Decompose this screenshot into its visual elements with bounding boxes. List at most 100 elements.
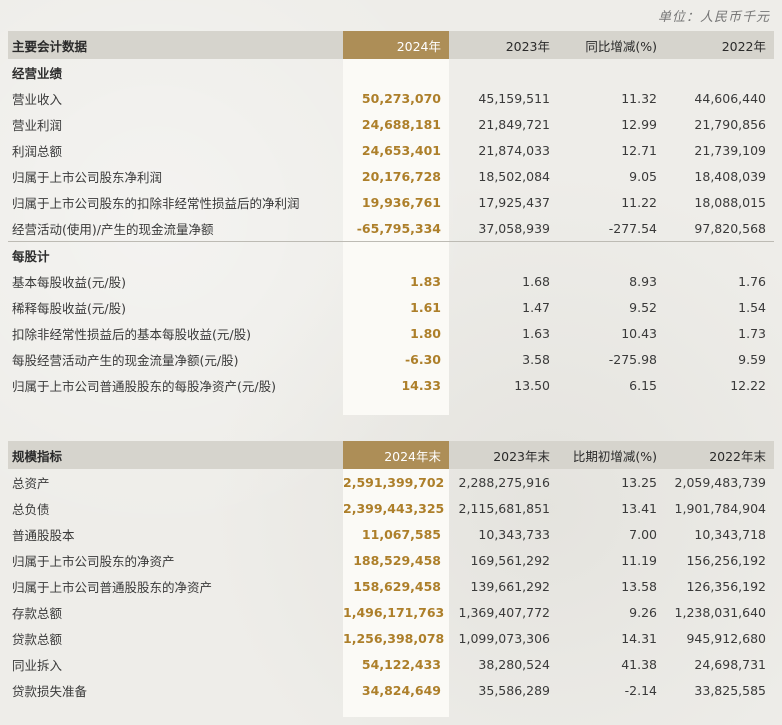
table-row: 贷款总额 1,256,398,078 1,099,073,306 14.31 945,9… — [8, 625, 774, 651]
cell-value: 1.61 — [410, 299, 441, 315]
table-row: 归属于上市公司股东的扣除非经常性损益后的净利润 19,936,761 17,925,… — [8, 189, 774, 215]
table-header-row: 主要会计数据 2024年 2023年 同比增减(%) 2022年 — [8, 31, 774, 59]
cell-value: 35,586,289 — [478, 682, 550, 698]
row-label: 稀释每股收益(元/股) — [12, 300, 126, 316]
cell-value: 158,629,458 — [353, 578, 441, 594]
cell-value: -277.54 — [558, 215, 665, 242]
row-label: 存款总额 — [12, 605, 63, 621]
table-row: 归属于上市公司普通股股东的每股净资产(元/股) 14.33 13.50 6.15 12.… — [8, 372, 774, 398]
cell-value: 50,273,070 — [361, 90, 441, 106]
section-header-row: 每股计 — [8, 242, 774, 269]
section-title — [343, 242, 449, 269]
row-label: 营业利润 — [12, 117, 63, 133]
cell-value: 11.32 — [621, 90, 657, 106]
cell-value: 1,099,073,306 — [458, 630, 550, 646]
cell-value: 44,606,440 — [694, 90, 766, 106]
cell-value: 18,502,084 — [478, 168, 550, 184]
scale-indicator-table: 规模指标 2024年末 2023年末 比期初增减(%) 2022年末 总资产 2,… — [8, 441, 774, 703]
section-header-row: 经营业绩 — [8, 59, 774, 85]
table-row: 同业拆入 54,122,433 38,280,524 41.38 24,698,731 — [8, 651, 774, 677]
row-label: 归属于上市公司股东净利润 — [12, 169, 163, 185]
accounting-data-table: 主要会计数据 2024年 2023年 同比增减(%) 2022年 经营业绩 营业收… — [8, 31, 774, 398]
unit-note: 单位：人民币千元 — [657, 10, 770, 25]
cell-value: 21,790,856 — [694, 116, 766, 132]
table-row: 贷款损失准备 34,824,649 35,586,289 -2.14 33,825,58… — [8, 677, 774, 703]
table-row: 归属于上市公司普通股股东的净资产 158,629,458 139,661,292 13… — [8, 573, 774, 599]
cell-value: 13.25 — [621, 474, 657, 490]
row-label: 总资产 — [12, 475, 50, 491]
cell-value: 1.68 — [522, 273, 550, 289]
cell-value: 10.43 — [621, 325, 657, 341]
cell-value: 1,256,398,078 — [343, 630, 445, 646]
cell-value: 13.41 — [621, 500, 657, 516]
section-title: 每股计 — [12, 248, 50, 264]
cell-value: 8.93 — [629, 273, 657, 289]
table-row: 利润总额 24,653,401 21,874,033 12.71 21,739,109 — [8, 137, 774, 163]
table-row: 普通股股本 11,067,585 10,343,733 7.00 10,343,718 — [8, 521, 774, 547]
cell-value: 11,067,585 — [361, 526, 441, 542]
row-label: 归属于上市公司股东的扣除非经常性损益后的净利润 — [12, 195, 300, 211]
section-title — [343, 59, 449, 85]
section-title — [665, 242, 774, 269]
cell-value: 1.54 — [738, 299, 766, 315]
row-label: 总负债 — [12, 501, 50, 517]
header-2022: 2022年 — [665, 31, 774, 59]
cell-value: 126,356,192 — [686, 578, 766, 594]
cell-value: 11.22 — [621, 194, 657, 210]
cell-value: 1.83 — [410, 273, 441, 289]
cell-value: 18,408,039 — [694, 168, 766, 184]
cell-value: 41.38 — [621, 656, 657, 672]
cell-value: 1,496,171,763 — [343, 604, 445, 620]
cell-value: 24,688,181 — [361, 116, 441, 132]
table-row: 营业收入 50,273,070 45,159,511 11.32 44,606,440 — [8, 85, 774, 111]
row-label: 归属于上市公司普通股股东的净资产 — [12, 579, 213, 595]
header-2022-end: 2022年末 — [665, 441, 774, 469]
cell-value: 21,874,033 — [478, 142, 550, 158]
table-row: 存款总额 1,496,171,763 1,369,407,772 9.26 1,238,… — [8, 599, 774, 625]
header-label: 主要会计数据 — [8, 31, 343, 59]
cell-value: 10,343,718 — [694, 526, 766, 542]
cell-value: 9.26 — [629, 604, 657, 620]
cell-value: 21,739,109 — [694, 142, 766, 158]
cell-value: 1.73 — [738, 325, 766, 341]
row-label: 归属于上市公司普通股股东的每股净资产(元/股) — [12, 378, 276, 394]
cell-value: 12.99 — [621, 116, 657, 132]
cell-value: 2,115,681,851 — [458, 500, 550, 516]
cell-value: 9.05 — [629, 168, 657, 184]
cell-value: 11.19 — [621, 552, 657, 568]
table-row: 营业利润 24,688,181 21,849,721 12.99 21,790,856 — [8, 111, 774, 137]
cell-value: 1,369,407,772 — [458, 604, 550, 620]
table-row: 归属于上市公司股东的净资产 188,529,458 169,561,292 11.19… — [8, 547, 774, 573]
section-title — [449, 242, 558, 269]
cell-value: 2,591,399,702 — [343, 474, 445, 490]
header-2023: 2023年 — [449, 31, 558, 59]
cell-value: 139,661,292 — [470, 578, 550, 594]
section-title — [558, 242, 665, 269]
row-label: 贷款损失准备 — [12, 683, 88, 699]
header-2024-end: 2024年末 — [343, 441, 449, 469]
row-label: 营业收入 — [12, 91, 63, 107]
cell-value: 1.63 — [522, 325, 550, 341]
row-label: 经营活动(使用)/产生的现金流量净额 — [8, 215, 343, 242]
cell-value: 45,159,511 — [478, 90, 550, 106]
row-label: 贷款总额 — [12, 631, 63, 647]
row-label: 同业拆入 — [12, 657, 63, 673]
cell-value: 97,820,568 — [665, 215, 774, 242]
cell-value: 6.15 — [629, 377, 657, 393]
header-yoy-change: 同比增减(%) — [558, 31, 665, 59]
cell-value: 54,122,433 — [361, 656, 441, 672]
table-row: 扣除非经常性损益后的基本每股收益(元/股) 1.80 1.63 10.43 1.73 — [8, 320, 774, 346]
header-2024: 2024年 — [343, 31, 449, 59]
table-row: 总负债 2,399,443,325 2,115,681,851 13.41 1,901,… — [8, 495, 774, 521]
table-row: 每股经营活动产生的现金流量净额(元/股) -6.30 3.58 -275.98 9.59 — [8, 346, 774, 372]
cell-value: 945,912,680 — [686, 630, 766, 646]
cell-value: 1.76 — [738, 273, 766, 289]
header-label: 规模指标 — [8, 441, 343, 469]
header-change-from-start: 比期初增减(%) — [558, 441, 665, 469]
cell-value: 18,088,015 — [694, 194, 766, 210]
header-2023-end: 2023年末 — [449, 441, 558, 469]
row-label: 基本每股收益(元/股) — [12, 274, 126, 290]
cell-value: 1.80 — [410, 325, 441, 341]
cell-value: 14.31 — [621, 630, 657, 646]
cell-value: 12.71 — [621, 142, 657, 158]
